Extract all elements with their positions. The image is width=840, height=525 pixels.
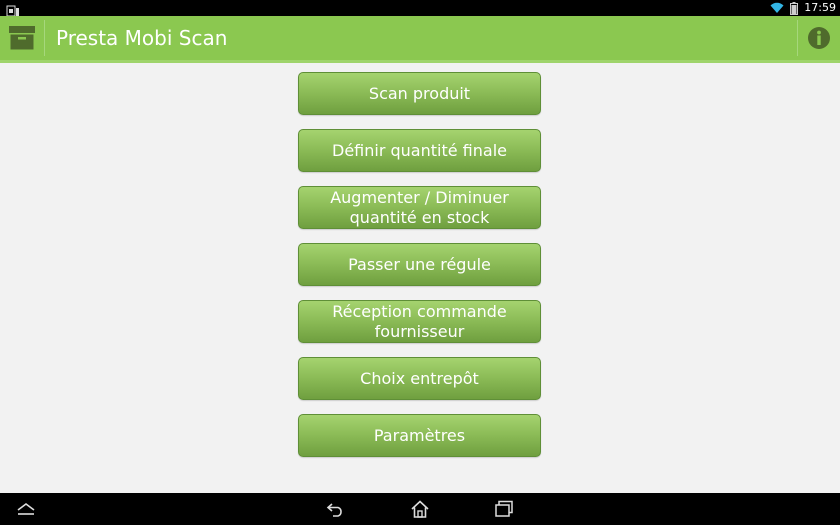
back-icon[interactable] <box>316 497 356 521</box>
action-bar-underline <box>0 60 840 63</box>
button-label: Réception commande fournisseur <box>332 301 507 341</box>
status-bar: 17:59 <box>0 0 840 17</box>
wifi-icon <box>770 2 784 14</box>
warehouse-choice-button[interactable]: Choix entrepôt <box>298 357 541 400</box>
scan-product-button[interactable]: Scan produit <box>298 72 541 115</box>
battery-icon <box>790 1 799 15</box>
info-button[interactable] <box>798 16 840 60</box>
button-label: Scan produit <box>368 83 471 103</box>
app-title: Presta Mobi Scan <box>56 26 228 50</box>
info-icon <box>808 27 830 49</box>
recent-apps-icon[interactable] <box>484 497 524 521</box>
action-bar: Presta Mobi Scan <box>0 16 840 60</box>
set-final-quantity-button[interactable]: Définir quantité finale <box>298 129 541 172</box>
hide-keyboard-icon[interactable] <box>6 497 46 521</box>
button-label: Augmenter / Diminuer quantité en stock <box>330 187 509 227</box>
adjust-stock-button[interactable]: Augmenter / Diminuer quantité en stock <box>298 186 541 229</box>
divider <box>44 20 45 56</box>
settings-button[interactable]: Paramètres <box>298 414 541 457</box>
button-label: Paramètres <box>373 425 466 445</box>
button-label: Passer une régule <box>348 254 491 274</box>
button-label: Choix entrepôt <box>360 368 479 388</box>
home-icon[interactable] <box>400 497 440 521</box>
status-time: 17:59 <box>804 1 836 14</box>
supplier-order-reception-button[interactable]: Réception commande fournisseur <box>298 300 541 343</box>
button-label: Définir quantité finale <box>332 140 507 160</box>
navigation-bar <box>0 493 840 525</box>
archive-box-icon[interactable] <box>0 16 44 60</box>
stock-adjustment-button[interactable]: Passer une régule <box>298 243 541 286</box>
sim-card-icon <box>6 2 20 17</box>
